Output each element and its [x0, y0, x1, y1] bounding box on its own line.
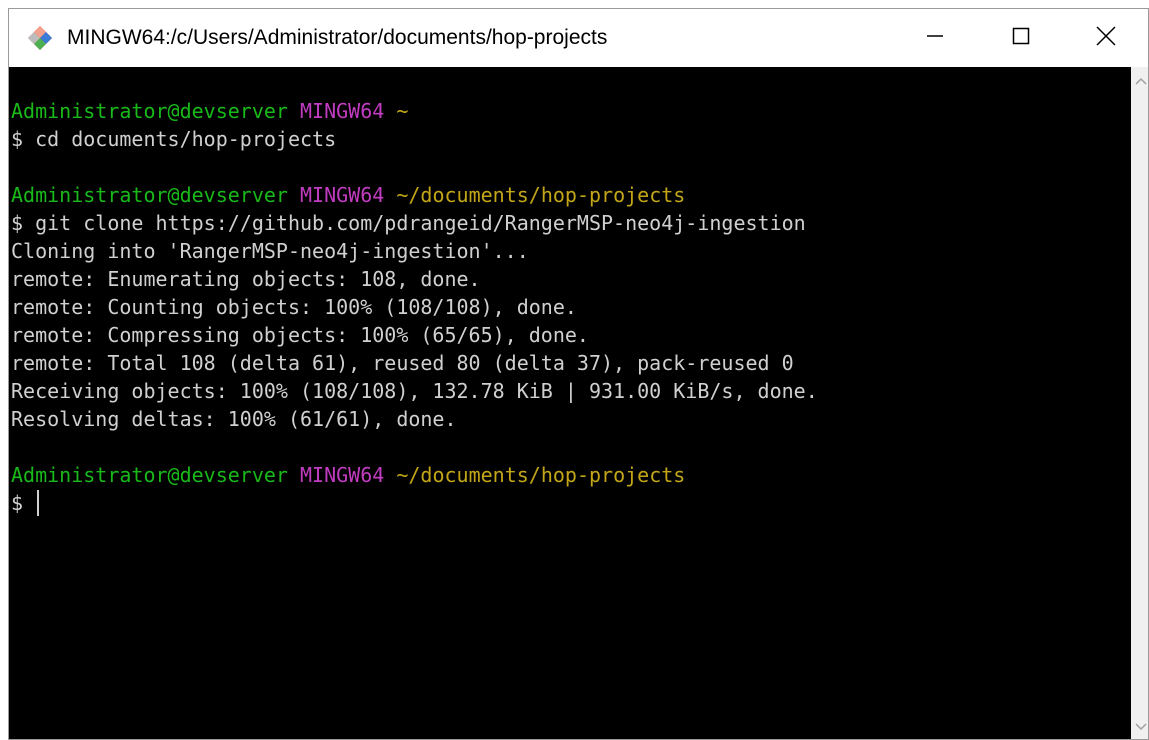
output-line: remote: Compressing objects: 100% (65/65…	[11, 323, 589, 347]
prompt-user-host: Administrator@devserver	[11, 183, 288, 207]
output-line: remote: Counting objects: 100% (108/108)…	[11, 295, 577, 319]
command-line: $ cd documents/hop-projects	[11, 127, 337, 151]
prompt-env: MINGW64	[300, 463, 385, 487]
output-line: Resolving deltas: 100% (61/61), done.	[11, 407, 457, 431]
output-line: Cloning into 'RangerMSP-neo4j-ingestion'…	[11, 239, 529, 263]
scroll-up-button[interactable]	[1131, 71, 1148, 91]
command-line: $ git clone https://github.com/pdrangeid…	[11, 211, 806, 235]
output-line: remote: Total 108 (delta 61), reused 80 …	[11, 351, 794, 375]
text-cursor	[37, 490, 40, 516]
output-line: Receiving objects: 100% (108/108), 132.7…	[11, 379, 818, 403]
output-line: remote: Enumerating objects: 108, done.	[11, 267, 481, 291]
prompt-line: Administrator@devserver MINGW64 ~/docume…	[11, 181, 1131, 209]
close-icon	[1095, 25, 1117, 52]
maximize-button[interactable]	[975, 9, 1067, 67]
minimize-button[interactable]	[889, 9, 981, 67]
terminal-output-area[interactable]: Administrator@devserver MINGW64 ~ $ cd d…	[9, 67, 1131, 739]
prompt-path: ~/documents/hop-projects	[396, 463, 686, 487]
prompt-env: MINGW64	[300, 99, 385, 123]
git-bash-diamond-icon	[26, 24, 54, 52]
prompt-line: Administrator@devserver MINGW64 ~	[11, 97, 1131, 125]
prompt-path: ~	[396, 99, 409, 123]
maximize-icon	[1011, 26, 1031, 51]
chevron-down-icon	[1134, 718, 1147, 736]
vertical-scrollbar[interactable]	[1131, 67, 1148, 739]
minimize-icon	[925, 26, 945, 51]
prompt-line: Administrator@devserver MINGW64 ~/docume…	[11, 461, 1131, 489]
prompt-user-host: Administrator@devserver	[11, 463, 288, 487]
close-button[interactable]	[1061, 9, 1148, 67]
chevron-up-icon	[1134, 72, 1147, 90]
input-line[interactable]: $	[11, 489, 1131, 517]
prompt-env: MINGW64	[300, 183, 385, 207]
terminal-window: MINGW64:/c/Users/Administrator/documents…	[8, 8, 1149, 740]
command-prompt: $	[11, 491, 36, 515]
prompt-user-host: Administrator@devserver	[11, 99, 288, 123]
window-title: MINGW64:/c/Users/Administrator/documents…	[67, 26, 608, 49]
scroll-down-button[interactable]	[1131, 717, 1148, 737]
title-bar[interactable]: MINGW64:/c/Users/Administrator/documents…	[9, 9, 1148, 67]
prompt-path: ~/documents/hop-projects	[396, 183, 686, 207]
